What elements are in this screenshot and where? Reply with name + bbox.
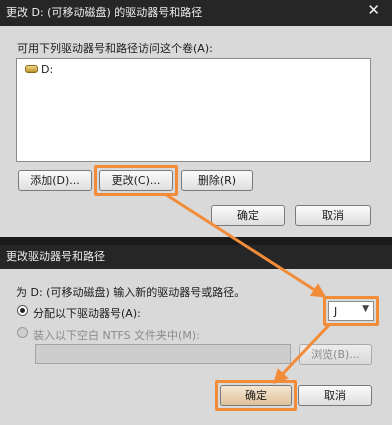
arrow-to-drive-letter — [164, 192, 327, 298]
arrow-to-ok-button — [272, 322, 332, 385]
annotation-arrows — [164, 192, 332, 385]
